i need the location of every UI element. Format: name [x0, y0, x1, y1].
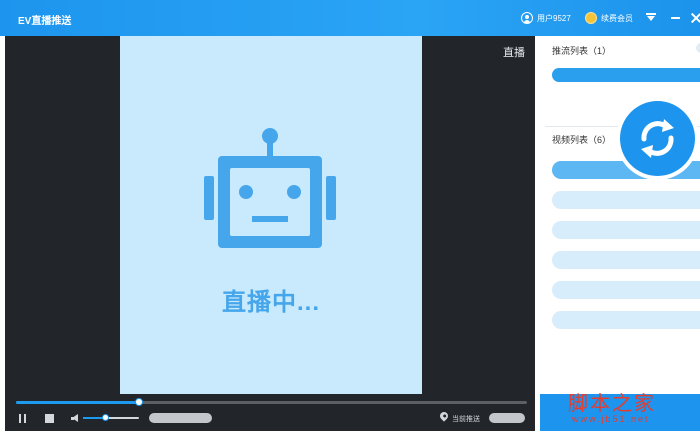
- volume-handle[interactable]: [101, 414, 109, 421]
- progress-handle[interactable]: [134, 398, 143, 406]
- volume-slider[interactable]: [83, 414, 139, 421]
- refresh-button[interactable]: [620, 101, 695, 176]
- vip-renew-button[interactable]: 续费会员: [585, 11, 633, 25]
- close-icon[interactable]: [690, 12, 700, 24]
- refresh-icon: [641, 119, 674, 158]
- push-stream-item[interactable]: [552, 68, 700, 82]
- progress-bar[interactable]: [16, 398, 527, 406]
- location-icon: [438, 410, 450, 422]
- live-status-text: 直播中...: [221, 289, 320, 316]
- user-icon: [521, 12, 533, 24]
- time-display: [149, 413, 212, 423]
- volume-icon[interactable]: [71, 414, 81, 423]
- video-list-item[interactable]: [552, 281, 700, 299]
- right-panel: 推流列表（1） 视频列表（6）: [535, 36, 700, 431]
- pause-button[interactable]: [18, 414, 28, 423]
- current-push-label: 当前推送: [452, 416, 480, 423]
- video-player[interactable]: 直播中... 直播: [5, 36, 535, 394]
- vip-label: 续费会员: [601, 13, 633, 23]
- robot-icon: [204, 128, 336, 248]
- video-canvas: 直播中...: [120, 36, 422, 394]
- watermark-url: www.jb51.net: [572, 414, 650, 424]
- live-corner-label: 直播: [503, 47, 525, 59]
- user-label: 用户9527: [537, 13, 571, 23]
- watermark-logo: 脚本之家: [568, 391, 656, 415]
- video-list-item[interactable]: [552, 311, 700, 329]
- menu-dropdown-icon[interactable]: [646, 13, 658, 23]
- video-list-item[interactable]: [552, 251, 700, 269]
- title-bar: EV直播推送 用户9527 续费会员: [0, 0, 700, 36]
- push-list-title: 推流列表（1）: [552, 46, 612, 56]
- user-account[interactable]: 用户9527: [521, 11, 571, 25]
- app-title: EV直播推送: [18, 16, 72, 27]
- progress-fill: [16, 401, 139, 404]
- player-controls: 当前推送: [5, 394, 535, 431]
- crown-icon: [585, 12, 597, 24]
- minimize-icon[interactable]: [671, 17, 680, 19]
- video-list-item[interactable]: [552, 221, 700, 239]
- push-list-toggle[interactable]: [696, 43, 700, 53]
- video-list-item[interactable]: [552, 191, 700, 209]
- stop-button[interactable]: [45, 414, 54, 423]
- current-push-value: [489, 413, 525, 423]
- video-list-title: 视频列表（6）: [552, 135, 612, 145]
